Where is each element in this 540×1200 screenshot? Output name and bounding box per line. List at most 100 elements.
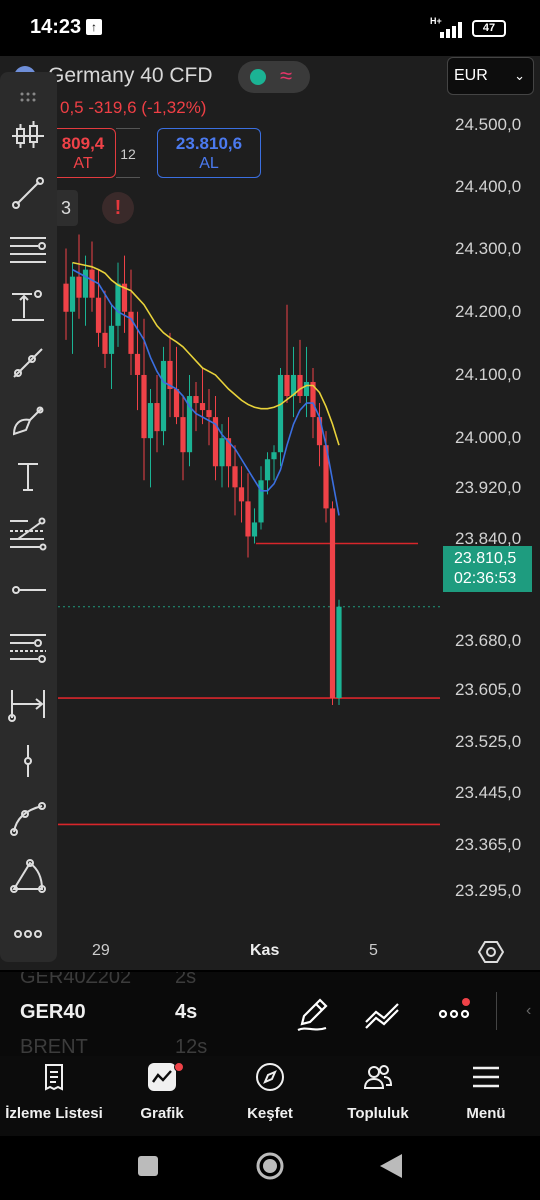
buy-price: 23.810,6 [175, 134, 243, 153]
watchlist-period: 2s [175, 972, 197, 988]
nav-menu[interactable]: Menü [432, 1056, 540, 1136]
candle-down [199, 403, 206, 411]
price-change: 0,5 -319,6 (-1,32%) [60, 98, 207, 117]
candle-down [154, 403, 160, 432]
current-price-tag: 23.810,5 02:36:53 [443, 546, 532, 592]
candle-up [219, 438, 225, 467]
time-axis-label: Kas [250, 942, 280, 959]
candle-up [108, 325, 115, 354]
candle-down [141, 374, 147, 439]
watchlist-symbol[interactable]: GER40Z202 [20, 972, 131, 989]
market-open-icon [250, 69, 266, 85]
currency-select[interactable]: EUR ⌄ [447, 57, 534, 95]
candle-down [95, 297, 102, 333]
chevron-down-icon: ⌄ [514, 68, 525, 83]
sell-label: AT [73, 155, 93, 172]
divider [496, 992, 497, 1030]
interval-chip[interactable]: 3 [54, 190, 78, 226]
alert-icon[interactable]: ! [102, 192, 134, 224]
compass-icon [256, 1063, 284, 1091]
candle-up [69, 276, 76, 312]
wave-icon: ≈ [280, 63, 293, 88]
signal-icon [440, 22, 462, 38]
watchlist-symbol[interactable]: BRENT [20, 1036, 88, 1056]
candle-down [297, 374, 303, 397]
text-tool-icon[interactable] [8, 456, 48, 496]
price-axis-label: 23.605,0 [455, 680, 522, 699]
nav-community[interactable]: Topluluk [324, 1056, 432, 1136]
vertical-line-icon[interactable] [8, 741, 48, 781]
recent-apps-icon[interactable] [136, 1154, 160, 1178]
more-tools-icon[interactable] [8, 914, 48, 954]
time-axis-label: 29 [92, 942, 110, 959]
spread: 12 [116, 128, 140, 178]
nav-label: Topluluk [347, 1105, 409, 1122]
price-axis-label: 24.000,0 [455, 428, 522, 447]
status-time: 14:23 [30, 16, 82, 38]
time-axis-label: 5 [369, 942, 378, 959]
chart-settings-icon[interactable] [478, 939, 504, 965]
pattern-icon[interactable] [8, 627, 48, 667]
curve-icon[interactable] [8, 798, 48, 838]
price-axis-label: 23.445,0 [455, 783, 522, 802]
sell-button[interactable]: 809,4 AT [50, 128, 116, 178]
back-icon[interactable] [378, 1152, 404, 1180]
candle-down [180, 417, 186, 453]
horizontal-ray-icon[interactable] [8, 570, 48, 610]
candle-down [284, 374, 290, 397]
draw-line-icon[interactable] [362, 994, 402, 1034]
measure-vertical-icon[interactable] [8, 286, 48, 326]
candle-down [329, 508, 336, 699]
battery-icon: 47 [472, 20, 506, 37]
instrument-name[interactable]: Germany 40 CFD [48, 64, 213, 88]
fibonacci-icon[interactable] [8, 513, 48, 553]
candle-type-icon[interactable] [8, 116, 48, 156]
brush-icon[interactable] [8, 400, 48, 440]
sell-price: 809,4 [61, 134, 105, 153]
bottom-nav: İzleme Listesi Grafik Keşfet Topluluk Me… [0, 1056, 540, 1136]
upload-icon: ↑ [86, 19, 102, 35]
candle-down [102, 332, 108, 354]
date-range-icon[interactable] [8, 684, 48, 724]
status-bar: 14:23 ↑ H+ 47 [0, 0, 540, 56]
price-axis-label: 24.500,0 [455, 115, 522, 134]
currency-value: EUR [454, 67, 488, 84]
trend-line-icon[interactable] [8, 173, 48, 213]
list-icon [45, 1064, 63, 1091]
candle-up [264, 459, 271, 481]
drag-handle-icon[interactable] [8, 80, 48, 120]
price-axis-label: 23.295,0 [455, 881, 522, 900]
price-axis-label: 24.200,0 [455, 302, 522, 321]
watchlist-period: 12s [175, 1036, 208, 1056]
market-status-pill[interactable] [238, 61, 310, 93]
ray-line-icon[interactable] [8, 343, 48, 383]
price-axis-label: 23.365,0 [455, 835, 522, 854]
watchlist-symbol[interactable]: GER40 [20, 1001, 86, 1024]
pencil-icon[interactable] [292, 994, 332, 1034]
buy-button[interactable]: 23.810,6 AL [157, 128, 261, 178]
nav-chart[interactable]: Grafik [108, 1056, 216, 1136]
price-axis-label: 24.300,0 [455, 239, 522, 258]
candle-down [63, 283, 69, 312]
buy-label: AL [199, 155, 219, 172]
candle-up [336, 606, 342, 699]
nav-label: Menü [466, 1105, 506, 1122]
price-axis-label: 23.525,0 [455, 732, 522, 751]
candle-down [134, 353, 141, 375]
indicators-icon[interactable] [434, 994, 474, 1034]
nav-label: İzleme Listesi [5, 1105, 103, 1122]
candle-countdown: 02:36:53 [454, 570, 517, 587]
candle-down [206, 410, 212, 418]
notification-badge [174, 1062, 184, 1072]
candle-down [232, 466, 238, 488]
watchlist-period: 4s [175, 1001, 198, 1023]
collapse-arrow-icon[interactable]: ‹ [526, 1002, 531, 1020]
home-icon[interactable] [254, 1150, 286, 1182]
drawing-toolbar [0, 72, 57, 962]
nav-explore[interactable]: Keşfet [216, 1056, 324, 1136]
horizontal-lines-icon[interactable] [8, 230, 48, 270]
price-axis-label: 23.680,0 [455, 631, 522, 650]
menu-icon [473, 1066, 499, 1088]
arc-icon[interactable] [8, 855, 48, 895]
nav-watchlist[interactable]: İzleme Listesi [0, 1056, 108, 1136]
